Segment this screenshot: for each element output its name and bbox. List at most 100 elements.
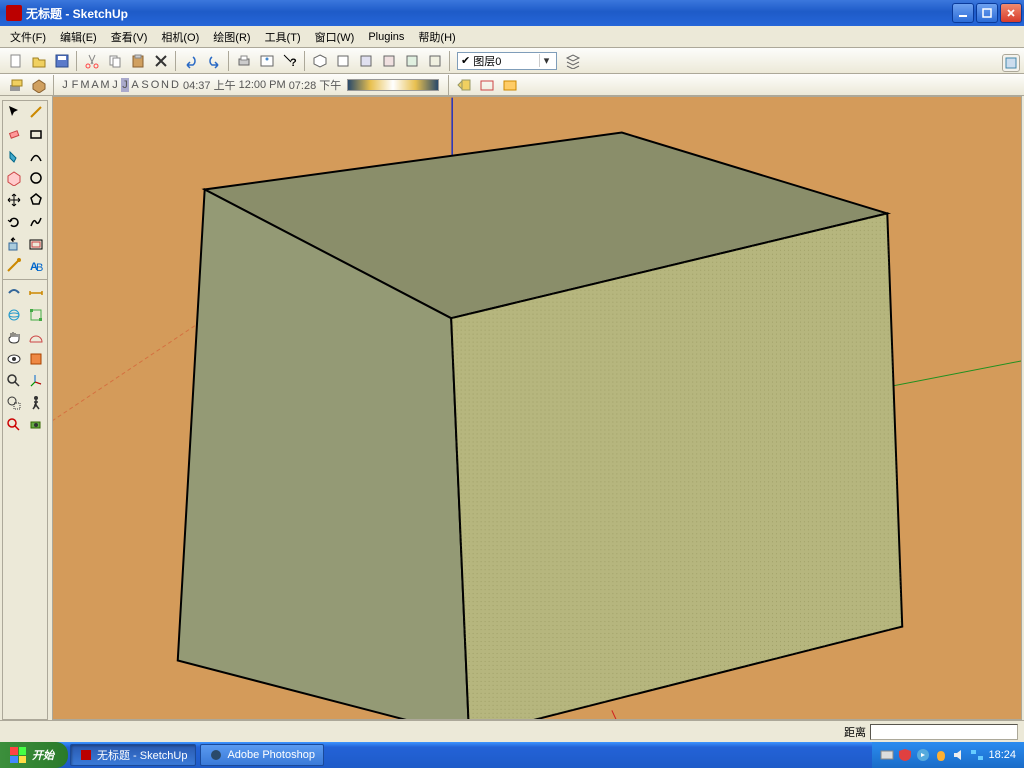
model-info-button[interactable] [256, 50, 277, 71]
shadow-toolbar: JFMAMJJASOND 04:37 上午 12:00 PM 07:28 下午 [0, 74, 1024, 96]
context-help-button[interactable]: ? [279, 50, 300, 71]
tape-tool[interactable] [4, 256, 24, 276]
menu-view[interactable]: 查看(V) [105, 27, 154, 47]
scene-next-button[interactable] [499, 74, 520, 95]
zoom-extents-tool[interactable] [4, 415, 24, 435]
paint-tool[interactable] [4, 146, 24, 166]
menu-edit[interactable]: 编辑(E) [54, 27, 103, 47]
measurement-label: 距离 [840, 724, 870, 740]
dimension-tool[interactable] [26, 283, 46, 303]
arc-tool[interactable] [26, 146, 46, 166]
window-title: 无标题 - SketchUp [26, 5, 952, 22]
front-view-button[interactable] [355, 50, 376, 71]
system-tray[interactable]: 18:24 [872, 742, 1024, 768]
month-strip[interactable]: JFMAMJJASOND [61, 78, 179, 92]
layer-manager-button[interactable] [562, 50, 583, 71]
zoom-tool[interactable] [4, 371, 24, 391]
standard-toolbar: ? ✔ 图层0 ▾ [0, 48, 1024, 74]
taskbar: 开始 无标题 - SketchUp Adobe Photoshop 18:24 [0, 742, 1024, 768]
scale-tool[interactable] [26, 305, 46, 325]
time-slider[interactable] [347, 79, 439, 91]
start-button[interactable]: 开始 [0, 742, 68, 768]
scene-add-button[interactable] [476, 74, 497, 95]
maximize-button[interactable] [976, 3, 998, 23]
iso-view-button[interactable] [309, 50, 330, 71]
time-mid: 12:00 PM [239, 79, 286, 91]
tray-chevron-icon[interactable] [916, 748, 930, 762]
time-start: 04:37 上午 [183, 77, 236, 93]
position-camera-tool[interactable] [26, 415, 46, 435]
statusbar: 距离 [0, 720, 1024, 742]
delete-button[interactable] [150, 50, 171, 71]
instructor-panel-toggle[interactable] [1002, 54, 1020, 72]
tray-shield-icon[interactable] [898, 748, 912, 762]
model-scene [53, 97, 1021, 719]
time-end: 07:28 下午 [289, 77, 342, 93]
offset-tool[interactable] [26, 234, 46, 254]
minimize-button[interactable] [952, 3, 974, 23]
menu-file[interactable]: 文件(F) [4, 27, 52, 47]
print-button[interactable] [233, 50, 254, 71]
eraser-tool[interactable] [4, 124, 24, 144]
svg-text:B: B [36, 262, 43, 274]
orbit-tool[interactable] [4, 305, 24, 325]
redo-button[interactable] [203, 50, 224, 71]
tray-volume-icon[interactable] [952, 748, 966, 762]
zoom-window-tool[interactable] [4, 393, 24, 413]
tray-keyboard-icon[interactable] [880, 748, 894, 762]
layer-selector[interactable]: ✔ 图层0 ▾ [457, 52, 557, 70]
axes-tool[interactable] [26, 371, 46, 391]
circle-tool[interactable] [26, 168, 46, 188]
cut-button[interactable] [81, 50, 102, 71]
model-button[interactable] [28, 74, 49, 95]
component-tool[interactable] [4, 168, 24, 188]
taskbar-item-photoshop[interactable]: Adobe Photoshop [200, 744, 323, 766]
measurement-input[interactable] [870, 724, 1018, 740]
tool-palette: AB [2, 100, 48, 720]
paste-button[interactable] [127, 50, 148, 71]
check-icon: ✔ [461, 54, 470, 67]
polygon-tool[interactable] [26, 190, 46, 210]
taskbar-item-sketchup[interactable]: 无标题 - SketchUp [70, 744, 196, 766]
copy-button[interactable] [104, 50, 125, 71]
menu-tools[interactable]: 工具(T) [259, 27, 307, 47]
text-tool[interactable]: AB [26, 256, 46, 276]
look-tool[interactable] [4, 349, 24, 369]
section-tool[interactable] [26, 349, 46, 369]
new-button[interactable] [5, 50, 26, 71]
menu-plugins[interactable]: Plugins [362, 29, 410, 45]
chevron-down-icon: ▾ [539, 54, 553, 67]
close-button[interactable] [1000, 3, 1022, 23]
tray-apple-icon[interactable] [934, 748, 948, 762]
viewport[interactable] [52, 96, 1022, 720]
right-view-button[interactable] [378, 50, 399, 71]
menu-camera[interactable]: 相机(O) [155, 27, 205, 47]
freehand-tool[interactable] [26, 212, 46, 232]
top-view-button[interactable] [332, 50, 353, 71]
save-button[interactable] [51, 50, 72, 71]
left-view-button[interactable] [424, 50, 445, 71]
open-button[interactable] [28, 50, 49, 71]
move-tool[interactable] [4, 190, 24, 210]
pan-tool[interactable] [4, 327, 24, 347]
titlebar: 无标题 - SketchUp [0, 0, 1024, 26]
clock: 18:24 [988, 749, 1016, 761]
pushpull-tool[interactable] [4, 234, 24, 254]
menu-window[interactable]: 窗口(W) [309, 27, 361, 47]
back-view-button[interactable] [401, 50, 422, 71]
scene-prev-button[interactable] [453, 74, 474, 95]
menu-draw[interactable]: 绘图(R) [207, 27, 256, 47]
undo-button[interactable] [180, 50, 201, 71]
menubar: 文件(F) 编辑(E) 查看(V) 相机(O) 绘图(R) 工具(T) 窗口(W… [0, 26, 1024, 48]
protractor-tool[interactable] [26, 327, 46, 347]
rotate-tool[interactable] [4, 212, 24, 232]
line-tool[interactable] [26, 102, 46, 122]
svg-text:?: ? [290, 57, 297, 69]
walk-tool[interactable] [26, 393, 46, 413]
select-tool[interactable] [4, 102, 24, 122]
followme-tool[interactable] [4, 283, 24, 303]
shadow-toggle-button[interactable] [5, 74, 26, 95]
tray-network-icon[interactable] [970, 748, 984, 762]
rectangle-tool[interactable] [26, 124, 46, 144]
menu-help[interactable]: 帮助(H) [412, 27, 461, 47]
